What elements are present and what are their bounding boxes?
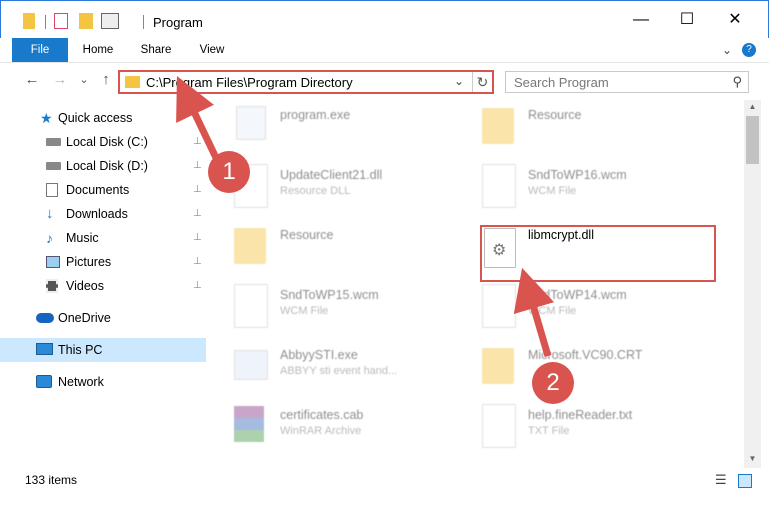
arrow-to-address-bar [176, 76, 222, 164]
annotation-arrows [176, 76, 555, 357]
step-badge-2: 2 [532, 362, 574, 404]
step-badge-1: 1 [208, 151, 250, 193]
arrow-to-target-file [513, 267, 555, 357]
